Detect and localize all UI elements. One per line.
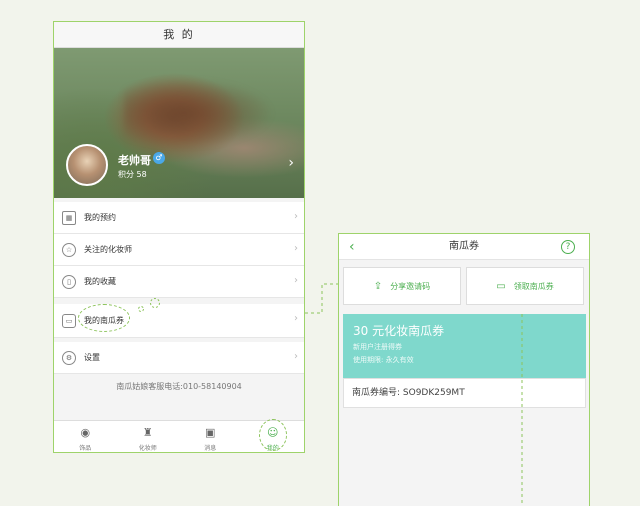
help-icon[interactable]: ? xyxy=(561,240,575,254)
claim-label: 领取南瓜券 xyxy=(513,281,554,291)
ticket-icon: ▭ xyxy=(496,280,506,292)
coupon-title: 30 元化妆南瓜券 xyxy=(353,324,445,338)
coupon-card[interactable]: 30 元化妆南瓜券 新用户注册得券 使用期限: 永久有效 xyxy=(343,314,586,378)
coupon-screen: ‹ 南瓜券 ? ⇪ 分享邀请码 ▭ 领取南瓜券 30 元化妆南瓜券 新用户注册得… xyxy=(338,233,590,506)
claim-coupon-button[interactable]: ▭ 领取南瓜券 xyxy=(466,267,584,305)
coupon-subtitle: 新用户注册得券 xyxy=(353,343,402,351)
coupon-validity: 使用期限: 永久有效 xyxy=(353,356,414,364)
page-title-text: 南瓜券 xyxy=(449,241,479,252)
share-invite-code-button[interactable]: ⇪ 分享邀请码 xyxy=(343,267,461,305)
back-arrow-icon[interactable]: ‹ xyxy=(349,234,355,260)
coupon-code: 南瓜券编号: SO9DK259MT xyxy=(343,378,586,408)
guide-line xyxy=(521,314,523,506)
page-title: ‹ 南瓜券 ? xyxy=(339,234,589,260)
share-label: 分享邀请码 xyxy=(390,281,431,291)
share-icon: ⇪ xyxy=(373,280,383,292)
